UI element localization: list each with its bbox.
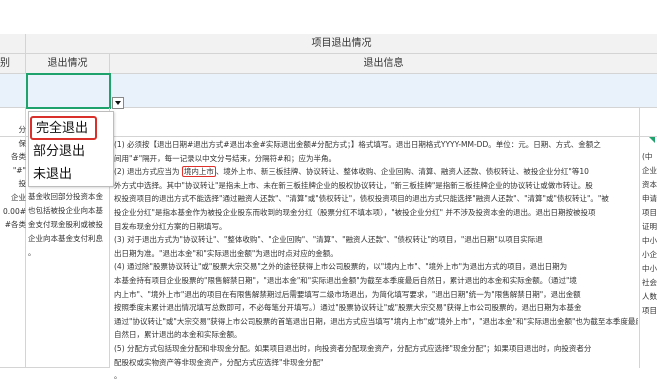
right-col-text: (中 企业 资本 申请 项目 证明 中小 小企 中小 社会 人数 项目 [642,150,657,318]
left-col-line: 各类 [11,152,26,162]
exit-status-note-line: 也包括被投企业向本基 [28,206,103,215]
left-col-header-top [0,34,26,54]
right-col-line: 资本 [642,180,657,189]
dropdown-option-label: 完全退出 [36,121,89,136]
exit-status-note-line: 企业向本基金支付利息 [28,234,103,243]
info-line: 内上市"、"境外上市"退出的项目在有限售解禁期过后需要填写二级市场退出，为简化填… [114,289,581,299]
right-col-line: 人数 [642,292,657,301]
group-header-title: 项目退出情况 [311,38,372,49]
right-col-line: 申请 [642,194,657,203]
exit-status-note-line: 。 [28,248,36,257]
dropdown-option-partial-exit[interactable]: 部分退出 [29,141,113,163]
exit-status-notes: 基金收回部分投资本金 也包括被投企业向本基 金支付现金股利或被投 企业向本基金支… [28,190,110,260]
left-col-header-label: 别 [0,58,10,69]
highlighted-term: 境内上市 [181,166,216,178]
exit-status-header: 退出情况 [26,54,110,74]
info-line-rest: 、境外上市、新三板挂牌、协议转让、整体收购、企业回购、清算、融资人还款、债权转让… [215,167,589,177]
info-line: (4) 通过除"股票协议转让"或"股票大宗交易"之外的途径获得上市公司股票的，以… [114,262,568,272]
left-col-line: "#" [12,165,26,175]
right-col-line: 小企 [642,250,657,259]
exit-status-dropdown[interactable]: 完全退出 部分退出 未退出 [28,111,114,187]
left-col-line: 0.00# [3,206,26,216]
info-line: 投企业分红"是指本基金作为被投企业股东而收到的现金分红（股票分红不填本项），"被… [114,207,596,217]
info-line: 出日期为准。"退出本金"和"实际退出金额"为退出时点对应的金额。 [114,248,338,258]
right-col-line: 中小 [642,264,657,273]
info-line: (1) 必须按【退出日期#退出方式#退出本金#实际退出金额#分配方式；】格式填写… [114,140,601,149]
comment-marker [649,137,655,143]
left-col-line: #各类 [4,220,26,230]
dropdown-option-not-exited[interactable]: 未退出 [29,164,113,186]
info-line: (2) 退出方式应当为 [114,167,182,177]
info-line-with-highlight: (2) 退出方式应当为 境内上市 、境外上市、新三板挂牌、协议转让、整体收购、企业… [114,165,638,179]
left-col-line: 保 [18,138,27,148]
left-col-text: 分 保 各类 "#" 投 企业 0.00# #各类 [2,123,26,232]
dropdown-option-label: 部分退出 [33,144,86,159]
info-line: 按照季度末累计退出情况填写总数即可，不必每笔分开填写。）通过"股票协议转让"或"… [114,303,582,313]
right-col-line: 项目 [642,306,657,315]
exit-status-cell-selected[interactable] [26,73,111,109]
left-col-line: 企业 [11,192,26,202]
exit-status-note-line: 金支付现金股利或被投 [28,220,103,229]
left-col-line: 投 [18,179,27,189]
right-col-line: 项目 [642,208,657,217]
info-line: 自然日，累计退出的本金和实际金额。 [114,330,242,340]
info-line: 通过"协议转让"或"大宗交易"获得上市公司股票的首笔退出日期，退出方式应当填写"… [114,316,638,326]
chevron-down-icon [115,101,121,105]
right-col-line: (中 [642,152,653,161]
right-col-line: 中小 [642,236,657,245]
exit-status-note-line: 基金收回部分投资本金 [28,192,103,201]
info-line: (3) 对于退出方式为"协议转让"、"整体收购"、"企业回购"、"清算"、"融资… [114,235,543,245]
info-line: 权投资项目的退出方式不能选择"通过融资人还款"、"清算"或"债权转让"，债权投资… [114,194,609,204]
right-col-line: 企业 [642,166,657,175]
info-line: (5) 分配方式包括现金分配和非现金分配。如果项目退出时，向投资者分配现金资产，… [114,343,592,353]
exit-status-header-label: 退出情况 [47,58,88,69]
dropdown-option-full-exit[interactable]: 完全退出 [30,116,97,140]
exit-info-header: 退出信息 [110,54,657,74]
info-line: 本基金持有项目企业股票的"限售解禁日期"，"退出本金"和"实际退出金额"为截至本… [114,275,577,285]
left-col-header: 别 [0,54,26,74]
left-col-line: 分 [18,125,27,134]
info-line: 目发布现金分红方案的日期填写。 [114,221,227,231]
dropdown-option-label: 未退出 [33,167,73,182]
group-header: 项目退出情况 [26,34,657,54]
info-line: 。 [114,371,122,381]
info-line: 配股权或实物资产等非现金资产，分配方式应选择"非现金分配" [114,357,324,367]
exit-info-instructions: (1) 必须按【退出日期#退出方式#退出本金#实际退出金额#分配方式；】格式填写… [114,138,638,383]
info-line: 间用"#"隔开，每一记录以中文分号结束，分隔符#和；应为半角。 [114,153,336,163]
right-col-line: 社会 [642,278,657,287]
exit-info-header-label: 退出信息 [363,58,404,69]
info-line: 外方式中选择。其中"协议转让"是指未上市、未在新三板挂牌企业的股权协议转让，"新… [114,180,593,190]
right-col-line: 证明 [642,222,657,231]
